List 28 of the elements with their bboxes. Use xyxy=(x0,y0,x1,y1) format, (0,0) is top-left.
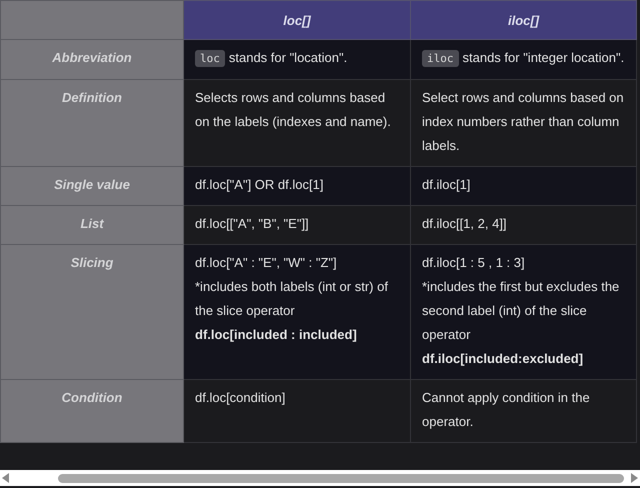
row-header: Abbreviation xyxy=(0,40,184,80)
row-header: Condition xyxy=(0,380,184,442)
column-header: loc[] xyxy=(184,0,410,40)
cell-text: df.iloc[1] xyxy=(422,176,472,194)
row-header: List xyxy=(0,206,184,244)
cell-text: df.iloc[1 : 5 , 1 : 3] xyxy=(422,254,526,272)
cell-text: Selects rows and columns based on the labels (indexes and name). xyxy=(195,89,392,131)
cell-text: df.iloc[included:excluded] xyxy=(422,350,584,368)
column-header: iloc[] xyxy=(410,0,636,40)
cell-text: stands for "location". xyxy=(228,50,348,65)
cell-text: df.loc["A" : "E", "W" : "Z"] xyxy=(195,254,338,272)
cell-text: df.loc[included : included] xyxy=(195,326,358,344)
row-header: Slicing xyxy=(0,244,184,380)
cell-text: df.loc["A"] OR df.loc[1] xyxy=(195,176,324,194)
scrollbar-thumb[interactable] xyxy=(58,474,624,482)
cell-text: df.loc[["A", "B", "E"]] xyxy=(195,215,310,233)
code-tag: iloc xyxy=(422,50,458,67)
cell-text: Cannot apply condition in the operator. xyxy=(422,389,591,431)
horizontal-scrollbar[interactable] xyxy=(0,470,640,486)
scroll-left-icon[interactable] xyxy=(2,473,10,483)
cell-text: stands for "integer location". xyxy=(462,50,624,65)
row-header: Single value xyxy=(0,166,184,206)
row-header: Definition xyxy=(0,80,184,166)
code-tag: loc xyxy=(195,50,225,67)
cell-text: Select rows and columns based on index numbers rather than column labels. xyxy=(422,89,625,155)
cell-text: df.iloc[[1, 2, 4]] xyxy=(422,215,508,233)
scroll-right-icon[interactable] xyxy=(630,473,638,483)
cell-text: df.loc[condition] xyxy=(195,389,286,407)
